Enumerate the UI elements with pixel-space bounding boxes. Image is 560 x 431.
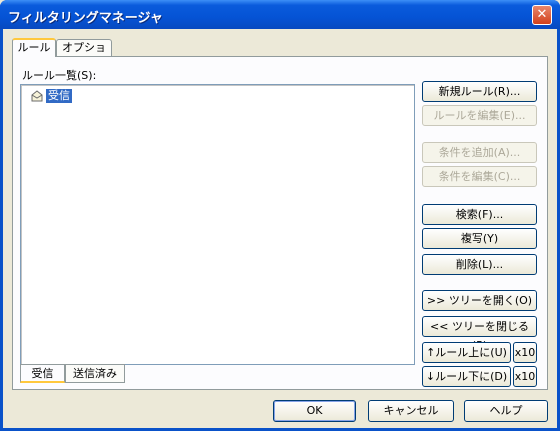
search-button[interactable]: 検索(F)... — [422, 204, 537, 225]
cancel-button[interactable]: キャンセル — [368, 400, 454, 422]
tab-options[interactable]: オプション — [56, 39, 112, 70]
tree-item-label: 受信 — [46, 89, 72, 103]
title-bar[interactable]: フィルタリングマネージャ ✕ — [0, 0, 560, 29]
rule-tree-list[interactable]: 受信 — [20, 84, 415, 365]
dialog-body: ルール オプション ルール一覧(S): 受信 新規ルール(R)... ルールを編… — [3, 29, 557, 428]
edit-condition-button[interactable]: 条件を編集(C)... — [422, 166, 537, 187]
new-rule-button[interactable]: 新規ルール(R)... — [422, 81, 537, 102]
bottom-tab-sent-label: 送信済み — [73, 367, 117, 380]
tab-rules[interactable]: ルール — [12, 38, 56, 57]
ok-button[interactable]: OK — [273, 400, 356, 422]
bottom-tab-sent[interactable]: 送信済み — [65, 364, 125, 383]
folder-envelope-icon — [31, 90, 43, 102]
filtering-manager-window: フィルタリングマネージャ ✕ ルール オプション ルール一覧(S): 受信 新規… — [0, 0, 560, 431]
move-rule-down-button[interactable]: ↓ルール下に(D) — [422, 366, 511, 387]
delete-button[interactable]: 削除(L)... — [422, 254, 537, 275]
copy-button[interactable]: 複写(Y) — [422, 228, 537, 249]
move-up-x10-button[interactable]: x10 — [513, 342, 537, 363]
help-button[interactable]: ヘルプ — [464, 400, 548, 422]
tab-rules-label: ルール — [17, 41, 51, 54]
move-rule-up-button[interactable]: ↑ルール上に(U) — [422, 342, 511, 363]
expand-tree-button[interactable]: >> ツリーを開く(O) — [422, 290, 537, 311]
window-title: フィルタリングマネージャ — [8, 11, 163, 26]
bottom-tab-inbox[interactable]: 受信 — [20, 364, 65, 383]
edit-rule-button[interactable]: ルールを編集(E)... — [422, 105, 537, 126]
collapse-tree-button[interactable]: << ツリーを閉じる(P) — [422, 316, 537, 352]
tree-item-inbox[interactable]: 受信 — [31, 89, 72, 103]
bottom-tab-inbox-label: 受信 — [31, 367, 54, 380]
close-button[interactable]: ✕ — [532, 5, 552, 25]
move-down-x10-button[interactable]: x10 — [513, 366, 537, 387]
add-condition-button[interactable]: 条件を追加(A)... — [422, 142, 537, 163]
rule-list-label: ルール一覧(S): — [22, 69, 97, 82]
